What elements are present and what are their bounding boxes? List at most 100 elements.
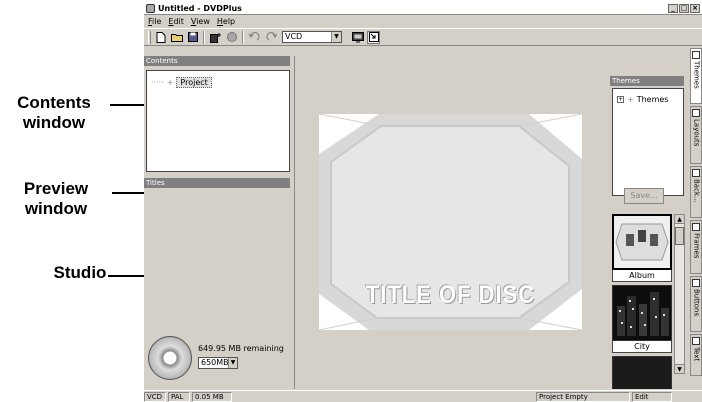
thumbnail-caption: Album: [612, 270, 672, 282]
left-column: Contents ····· + Project Titles 649.95 M…: [144, 56, 292, 389]
themes-tree[interactable]: + + Themes: [612, 88, 684, 196]
status-standard: PAL: [168, 391, 190, 402]
menu-view[interactable]: View: [191, 17, 210, 26]
toolbar-grip[interactable]: [148, 30, 151, 44]
disc-size-value: 650MB: [201, 358, 229, 367]
thumbnail-scrollbar[interactable]: ▲ ▼: [674, 214, 685, 374]
titles-panel-header: Titles: [144, 178, 290, 188]
tree-item-label: Project: [176, 77, 212, 88]
disc-size-select[interactable]: 650MB ▼: [198, 357, 238, 369]
thumbnail-city-image: [612, 285, 672, 341]
disc-capacity: 649.95 MB remaining 650MB ▼: [148, 336, 284, 380]
status-size: 0.05 MB: [192, 391, 232, 402]
themes-tab-icon: [692, 51, 700, 59]
disc-title-text[interactable]: TITLE OF DISC: [319, 280, 582, 310]
studio-tabs: Themes Layouts Back... Frames Buttons Te…: [690, 48, 702, 388]
tree-item-themes[interactable]: + + Themes: [617, 95, 668, 104]
expand-icon[interactable]: +: [617, 96, 624, 103]
annotation-preview-line2: window: [24, 199, 88, 218]
open-icon[interactable]: [170, 31, 183, 44]
contents-panel-header: Contents: [144, 56, 290, 66]
toolbar-separator: [203, 30, 205, 44]
toolbar: VCD ▼: [144, 28, 702, 46]
chevron-down-icon[interactable]: ▼: [228, 358, 237, 368]
dvdplus-window: Untitled - DVDPlus _ □ × File Edit View …: [144, 3, 702, 402]
scroll-down-icon[interactable]: ▼: [675, 364, 684, 373]
tab-label: Text: [692, 347, 701, 362]
thumbnail-partial[interactable]: [612, 356, 672, 389]
title-bar[interactable]: Untitled - DVDPlus _ □ ×: [144, 3, 702, 15]
window-title: Untitled - DVDPlus: [158, 4, 242, 13]
annotation-studio-text: Studio: [53, 263, 107, 282]
format-select[interactable]: VCD ▼: [282, 31, 342, 43]
annotation-preview-line1: Preview: [23, 179, 89, 198]
tree-item-label: Themes: [636, 95, 669, 104]
annotation-contents-window: Contents window: [4, 93, 104, 133]
menu-help[interactable]: Help: [217, 17, 235, 26]
save-theme-button[interactable]: Save...: [624, 188, 664, 204]
thumbnail-caption: City: [612, 341, 672, 353]
new-icon[interactable]: [154, 31, 167, 44]
annotation-preview-window: Preview window: [6, 179, 106, 219]
tab-label: Frames: [692, 233, 701, 259]
menu-bar: File Edit View Help: [144, 16, 702, 27]
thumbnail-city[interactable]: City: [612, 285, 672, 353]
tree-connector-icon: ·····: [151, 78, 164, 87]
format-select-value: VCD: [285, 32, 303, 41]
fit-icon[interactable]: [367, 30, 380, 44]
tab-label: Buttons: [692, 289, 701, 317]
thumbnail-album-image: [612, 214, 672, 270]
disc-remaining: 649.95 MB remaining: [198, 344, 284, 353]
tree-item-project[interactable]: ····· + Project: [151, 77, 212, 88]
chevron-down-icon[interactable]: ▼: [331, 32, 341, 42]
studio-panel: Themes + + Themes Save... Album City ▲ ▼: [610, 56, 688, 389]
thumbnail-album[interactable]: Album: [612, 214, 672, 282]
tab-label: Themes: [692, 61, 701, 89]
center-column: TITLE OF DISC: [294, 56, 608, 389]
tree-node-icon: +: [166, 78, 174, 87]
preview-window[interactable]: TITLE OF DISC: [319, 114, 582, 330]
themes-panel-header: Themes: [610, 76, 684, 86]
scroll-up-icon[interactable]: ▲: [675, 215, 684, 224]
window-controls: _ □ ×: [668, 4, 700, 13]
tab-label: Back...: [692, 179, 701, 203]
annotation-contents-line1: Contents: [17, 93, 91, 112]
tab-themes[interactable]: Themes: [690, 48, 702, 104]
annotation-studio: Studio: [40, 263, 120, 283]
backgrounds-tab-icon: [692, 169, 700, 177]
buttons-tab-icon: [692, 279, 700, 287]
undo-icon[interactable]: [248, 31, 261, 44]
contents-window[interactable]: ····· + Project: [146, 70, 290, 172]
minimize-button[interactable]: _: [668, 4, 678, 13]
disc-icon: [148, 336, 192, 380]
status-spacer: [234, 392, 534, 402]
toolbar-separator: [242, 30, 244, 44]
layouts-tab-icon: [692, 109, 700, 117]
tree-node-icon: +: [627, 95, 634, 104]
tab-label: Layouts: [692, 119, 701, 147]
scroll-thumb[interactable]: [675, 227, 684, 245]
menu-file[interactable]: File: [148, 17, 161, 26]
text-tab-icon: [692, 337, 700, 345]
view-mode-icon[interactable]: [351, 31, 364, 44]
tab-backgrounds[interactable]: Back...: [690, 166, 702, 218]
menu-edit[interactable]: Edit: [168, 17, 184, 26]
tab-frames[interactable]: Frames: [690, 220, 702, 274]
tab-layouts[interactable]: Layouts: [690, 106, 702, 164]
status-mode: Edit: [632, 391, 672, 402]
record-icon[interactable]: [225, 31, 238, 44]
annotation-contents-line2: window: [22, 113, 86, 132]
maximize-button[interactable]: □: [679, 4, 689, 13]
tab-text[interactable]: Text: [690, 334, 702, 376]
thumbnail-partial-image: [612, 356, 672, 389]
save-icon[interactable]: [186, 31, 199, 44]
close-button[interactable]: ×: [690, 4, 700, 13]
app-icon: [146, 4, 155, 13]
theme-thumbnail-list: Album City: [612, 214, 674, 389]
status-message: Project Empty: [536, 391, 630, 402]
frames-tab-icon: [692, 223, 700, 231]
status-bar: VCD PAL 0.05 MB Project Empty Edit: [144, 390, 702, 402]
redo-icon[interactable]: [264, 31, 277, 44]
add-title-icon[interactable]: [209, 31, 222, 44]
tab-buttons[interactable]: Buttons: [690, 276, 702, 332]
